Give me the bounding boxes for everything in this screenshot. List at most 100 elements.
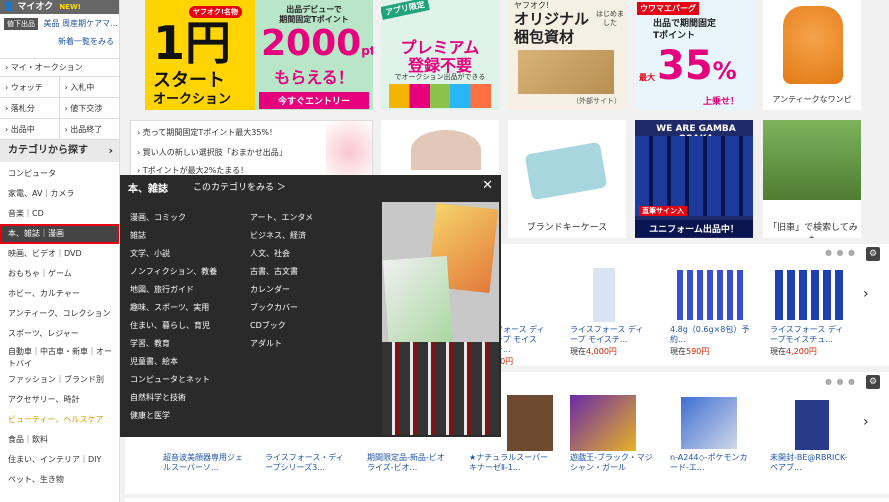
subcategory-link[interactable]: アート、エンタメ xyxy=(250,209,313,227)
subcategory-link[interactable]: 漫画、コミック xyxy=(130,209,217,227)
subcategory-link[interactable]: カレンダー xyxy=(250,281,313,299)
category-antique[interactable]: アンティーク、コレクション xyxy=(0,304,119,324)
my-auction-link[interactable]: › マイ・オークション xyxy=(0,58,119,76)
banner-3-sub: でオークション出品ができる xyxy=(394,73,486,81)
key-case-tile[interactable]: ブランドキーケース xyxy=(508,120,626,238)
category-food[interactable]: 食品｜飲料 xyxy=(0,430,119,450)
category-auto[interactable]: 自動車｜中古車・新車｜オートバイ xyxy=(0,344,119,370)
product-image xyxy=(681,397,737,449)
subcategory-link[interactable]: ビジネス、経済 xyxy=(250,227,313,245)
watch-link[interactable]: › ウォッチ xyxy=(0,77,60,98)
product-card[interactable]: ライスフォース ディープモイスチュ... 現在4,200円 xyxy=(770,325,846,357)
subcategory-link[interactable]: 学習、教育 xyxy=(130,335,217,353)
old-car-tile[interactable]: 「旧車」で検索してみた xyxy=(763,120,861,238)
bidding-link[interactable]: › 入札中 xyxy=(59,77,119,98)
manga-cover-2 xyxy=(382,255,454,351)
product-card[interactable]: 未開封-BE@RBRICK-ベアブ... xyxy=(770,453,854,473)
category-hobby[interactable]: ホビー、カルチャー xyxy=(0,284,119,304)
product-card[interactable]: n-A244◇-ポケモンカード-エ... xyxy=(670,453,754,473)
dress-image xyxy=(783,6,843,84)
banner-packing[interactable]: ヤフオク! オリジナル 梱包資材 はじめました （外部サイト） xyxy=(508,0,626,110)
won-link[interactable]: › 落札分 xyxy=(0,98,60,119)
banner-premium[interactable]: アプリ限定 プレミアム 登録不要 でオークション出品ができる xyxy=(381,0,499,110)
subcategory-link[interactable]: 文学、小説 xyxy=(130,245,217,263)
subcategory-link[interactable]: 雑誌 xyxy=(130,227,217,245)
subcategory-link[interactable]: 自然科学と技術 xyxy=(130,389,217,407)
banner-5-max: 最大 xyxy=(639,73,655,82)
shopping-items-icon xyxy=(389,84,491,108)
subcategory-link[interactable]: 古書、古文書 xyxy=(250,263,313,281)
category-books[interactable]: 本、雑誌｜漫画 xyxy=(0,224,119,244)
my-auction-header[interactable]: 👤 マイオク NEW! xyxy=(0,0,119,14)
product-card[interactable]: フォース ディープ モイスチ... 00円 xyxy=(495,325,551,367)
price-drop-item-link[interactable]: 美品 周産期ケアマ... xyxy=(44,19,118,28)
subcategory-link[interactable]: アダルト xyxy=(250,335,313,353)
banner-1-main: 1円 xyxy=(153,16,232,70)
product-card[interactable]: 超音波美顔器専用ジェルスーパーソ... xyxy=(163,453,247,473)
close-icon[interactable]: ✕ xyxy=(482,178,493,193)
subcategory-link[interactable]: 住まい、暮らし、育児 xyxy=(130,317,217,335)
old-car-label: 「旧車」で検索してみた xyxy=(768,223,858,238)
uniform-tile[interactable]: WE ARE GAMBA OSAKA 直筆サイン入 ユニフォーム出品中！ xyxy=(635,120,753,238)
category-pet[interactable]: ペット、生き物 xyxy=(0,470,119,490)
banner-35pct[interactable]: ウワマエバーグ 出品で期間固定 Tポイント 最大 35% 上乗せ！ xyxy=(635,0,753,110)
banner-2000pt[interactable]: 出品デビューで 期間固定Tポイント 2000pt もらえる！ 今すぐエントリー xyxy=(255,0,373,110)
subcategory-link[interactable]: 地図、旅行ガイド xyxy=(130,281,217,299)
product-card[interactable]: 遊戯王-ブラック・マジシャン・ガール xyxy=(570,453,654,473)
banner-2-entry-button[interactable]: 今すぐエントリー xyxy=(259,92,369,109)
news-item-1[interactable]: › 売って期間固定Tポイント最大35%！ xyxy=(137,127,277,138)
popup-title: 本、雑誌 xyxy=(128,184,168,195)
product-card[interactable]: ライスフォース・ディープシリーズ3... xyxy=(265,453,349,473)
banner-4-main2: 梱包資材 xyxy=(514,28,575,46)
subcategory-link[interactable]: コンピュータとネット xyxy=(130,371,217,389)
banner-antique-dress[interactable]: アンティークなワンピ xyxy=(763,0,861,110)
category-computer[interactable]: コンピュータ xyxy=(0,164,119,184)
price-drop-row[interactable]: 値下出品 美品 周産期ケアマ... xyxy=(0,14,119,34)
product-image xyxy=(507,395,553,451)
category-accessory[interactable]: アクセサリー、時計 xyxy=(0,390,119,410)
carousel-next-icon[interactable]: › xyxy=(863,414,869,430)
product-price: 現在4,000円 xyxy=(570,347,617,356)
product-card[interactable]: 4.8g（0.6g×8包）予約... 現在590円 xyxy=(670,325,750,357)
product-row-3 xyxy=(125,498,889,502)
category-beauty[interactable]: ビューティー、ヘルスケア xyxy=(0,410,119,430)
settings-gear-icon[interactable]: ⚙ xyxy=(866,247,880,261)
subcategory-link[interactable]: 児童書、絵本 xyxy=(130,353,217,371)
banner-1yen-start[interactable]: ヤフオク!名物 1円 スタート オークション xyxy=(145,0,263,110)
product-card[interactable]: ★ナチュラルスーパーキナーゼⅡ-1... xyxy=(469,453,553,473)
subcategory-link[interactable]: CDブック xyxy=(250,317,313,335)
ended-link[interactable]: › 出品終了 xyxy=(59,119,119,140)
carousel-next-icon[interactable]: › xyxy=(863,286,869,302)
price-negotiation-link[interactable]: › 値下交渉 xyxy=(59,98,119,119)
category-music[interactable]: 音楽｜CD xyxy=(0,204,119,224)
category-electronics[interactable]: 家電、AV｜カメラ xyxy=(0,184,119,204)
uniform-tag: 直筆サイン入 xyxy=(639,206,687,216)
carousel-dots-1[interactable]: ● ● ● xyxy=(825,248,856,257)
product-title: ★ナチュラルスーパーキナーゼⅡ-1... xyxy=(469,453,549,472)
category-sports[interactable]: スポーツ、レジャー xyxy=(0,324,119,344)
product-card[interactable]: 期間限定品-新品-ビオライズ-ビオ... xyxy=(367,453,451,473)
product-price: 00円 xyxy=(495,357,514,366)
subcategory-link[interactable]: 人文、社会 xyxy=(250,245,313,263)
subcategory-link[interactable]: ノンフィクション、教養 xyxy=(130,263,217,281)
banner-5-main: 35% xyxy=(657,43,737,89)
popup-view-all-link[interactable]: このカテゴリをみる ＞ xyxy=(193,180,286,193)
news-item-2[interactable]: › 賢い人の新しい選択肢「おまかせ出品」 xyxy=(137,147,287,158)
new-list-link[interactable]: 新着一覧をみる xyxy=(0,34,119,50)
category-home[interactable]: 住まい、インテリア｜DIY xyxy=(0,450,119,470)
subcategory-link[interactable]: ブックカバー xyxy=(250,299,313,317)
carousel-dots-2[interactable]: ● ● ● xyxy=(825,377,856,386)
category-fashion[interactable]: ファッション｜ブランド別 xyxy=(0,370,119,390)
uniform-label: ユニフォーム出品中！ xyxy=(635,220,753,237)
selling-link[interactable]: › 出品中 xyxy=(0,119,60,140)
category-movies[interactable]: 映画、ビデオ｜DVD xyxy=(0,244,119,264)
cardboard-box-icon xyxy=(518,50,614,94)
product-card[interactable]: ライスフォース ディープ モイスチ... 現在4,000円 xyxy=(570,325,650,357)
subcategory-link[interactable]: 趣味、スポーツ、実用 xyxy=(130,299,217,317)
subcategory-link[interactable]: 健康と医学 xyxy=(130,407,217,425)
product-image xyxy=(795,400,829,450)
category-header[interactable]: カテゴリから探す › xyxy=(0,140,119,162)
settings-gear-icon[interactable]: ⚙ xyxy=(866,375,880,389)
category-toys[interactable]: おもちゃ｜ゲーム xyxy=(0,264,119,284)
new-badge: NEW! xyxy=(59,3,81,11)
